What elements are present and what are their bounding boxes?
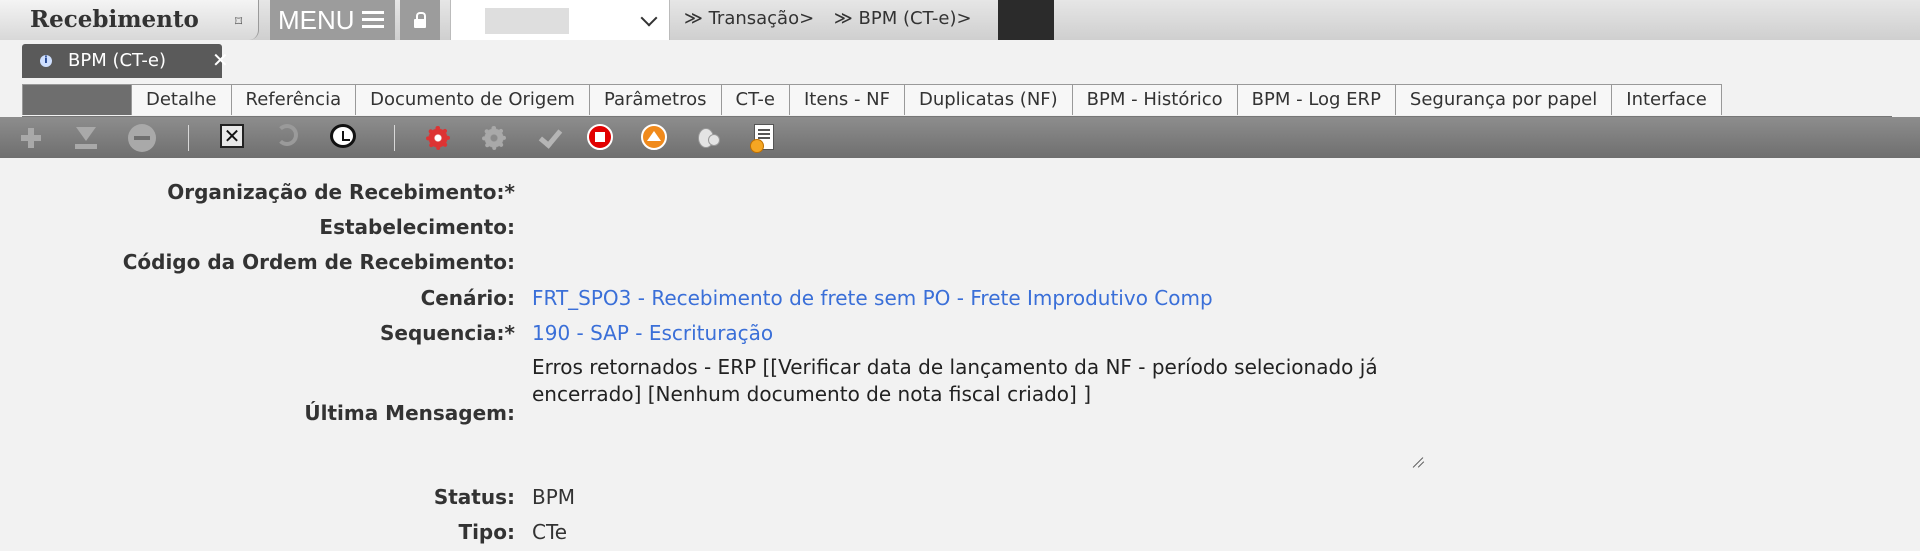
red-gear-icon[interactable]: [424, 124, 452, 152]
menu-label: MENU: [278, 5, 355, 35]
gray-gear-icon[interactable]: [480, 124, 508, 152]
tab-bpm-log-erp[interactable]: BPM - Log ERP: [1236, 84, 1396, 115]
estab-label: Estabelecimento:: [319, 215, 515, 239]
ordem-label: Código da Ordem de Recebimento:: [122, 250, 515, 274]
form-area: Organização de Recebimento:* Estabelecim…: [0, 158, 1920, 551]
tab-itens-nf[interactable]: Itens - NF: [789, 84, 905, 115]
breadcrumb-item-transacao[interactable]: ≫ Transação>: [684, 8, 814, 29]
close-icon[interactable]: ✕: [212, 48, 229, 72]
tab-parametros[interactable]: Parâmetros: [588, 84, 722, 115]
context-select[interactable]: [450, 0, 670, 40]
select-value-redacted: [485, 8, 569, 34]
tipo-value: CTe: [532, 520, 568, 544]
msg-label: Última Mensagem:: [304, 401, 515, 425]
status-value: BPM: [532, 485, 576, 509]
coins-icon[interactable]: [696, 124, 724, 152]
app-title-panel: Recebimento ⌑: [0, 0, 259, 40]
download-icon[interactable]: [72, 124, 100, 152]
tab-cte[interactable]: CT-e: [720, 84, 790, 115]
toolbar-separator: [394, 125, 395, 151]
up-arrow-icon[interactable]: [641, 124, 667, 150]
cenario-link[interactable]: FRT_SPO3 - Recebimento de frete sem PO -…: [532, 286, 1213, 310]
sub-tabs: Detalhe Referência Documento de Origem P…: [22, 84, 1892, 117]
breadcrumb-redacted: [998, 0, 1054, 40]
tab-detalhe[interactable]: Detalhe: [131, 84, 232, 115]
tab-documento-origem[interactable]: Documento de Origem: [355, 84, 590, 115]
toolbar: ✕: [0, 117, 1920, 158]
sequencia-label: Sequencia:*: [380, 321, 515, 345]
menu-button[interactable]: MENU: [270, 0, 395, 40]
cenario-label: Cenário:: [420, 286, 515, 310]
sequencia-link[interactable]: 190 - SAP - Escrituração: [532, 321, 773, 345]
hamburger-icon: [362, 11, 384, 29]
tipo-label: Tipo:: [458, 520, 515, 544]
plus-icon[interactable]: [17, 124, 45, 152]
undo-icon[interactable]: [276, 124, 298, 146]
resize-handle-icon[interactable]: [1409, 454, 1423, 468]
top-bar: Recebimento ⌑ MENU ≫ Transação> ≫ BPM (C…: [0, 0, 1920, 40]
tab-bpm-cte[interactable]: i BPM (CT-e) ✕: [22, 44, 229, 78]
org-label: Organização de Recebimento:*: [167, 180, 515, 204]
document-tab-strip: [0, 40, 1920, 80]
chevron-down-icon: [640, 9, 658, 27]
ultima-mensagem-textarea[interactable]: Erros retornados - ERP [[Verificar data …: [532, 354, 1422, 478]
breadcrumb: ≫ Transação> ≫ BPM (CT-e)>: [684, 8, 986, 29]
clock-icon[interactable]: [330, 124, 356, 148]
lock-button[interactable]: [400, 0, 440, 40]
tab-seguranca-papel[interactable]: Segurança por papel: [1394, 84, 1613, 115]
tab-duplicatas[interactable]: Duplicatas (NF): [903, 84, 1073, 115]
status-label: Status:: [433, 485, 515, 509]
tab-label: BPM (CT-e): [68, 50, 166, 71]
stop-icon[interactable]: [587, 124, 613, 150]
close-box-icon[interactable]: ✕: [220, 124, 244, 148]
tab-active[interactable]: [22, 84, 132, 115]
tab-referencia[interactable]: Referência: [230, 84, 357, 115]
pin-icon[interactable]: ⌑: [235, 14, 242, 30]
check-icon[interactable]: [536, 124, 564, 152]
app-title: Recebimento: [30, 6, 199, 33]
toolbar-separator: [188, 125, 189, 151]
info-icon: i: [40, 55, 52, 67]
tab-interface[interactable]: Interface: [1611, 84, 1722, 115]
tab-bpm-historico[interactable]: BPM - Histórico: [1071, 84, 1238, 115]
breadcrumb-item-bpm[interactable]: ≫ BPM (CT-e)>: [834, 8, 972, 29]
minus-icon[interactable]: [128, 124, 156, 152]
report-icon[interactable]: [750, 124, 774, 153]
